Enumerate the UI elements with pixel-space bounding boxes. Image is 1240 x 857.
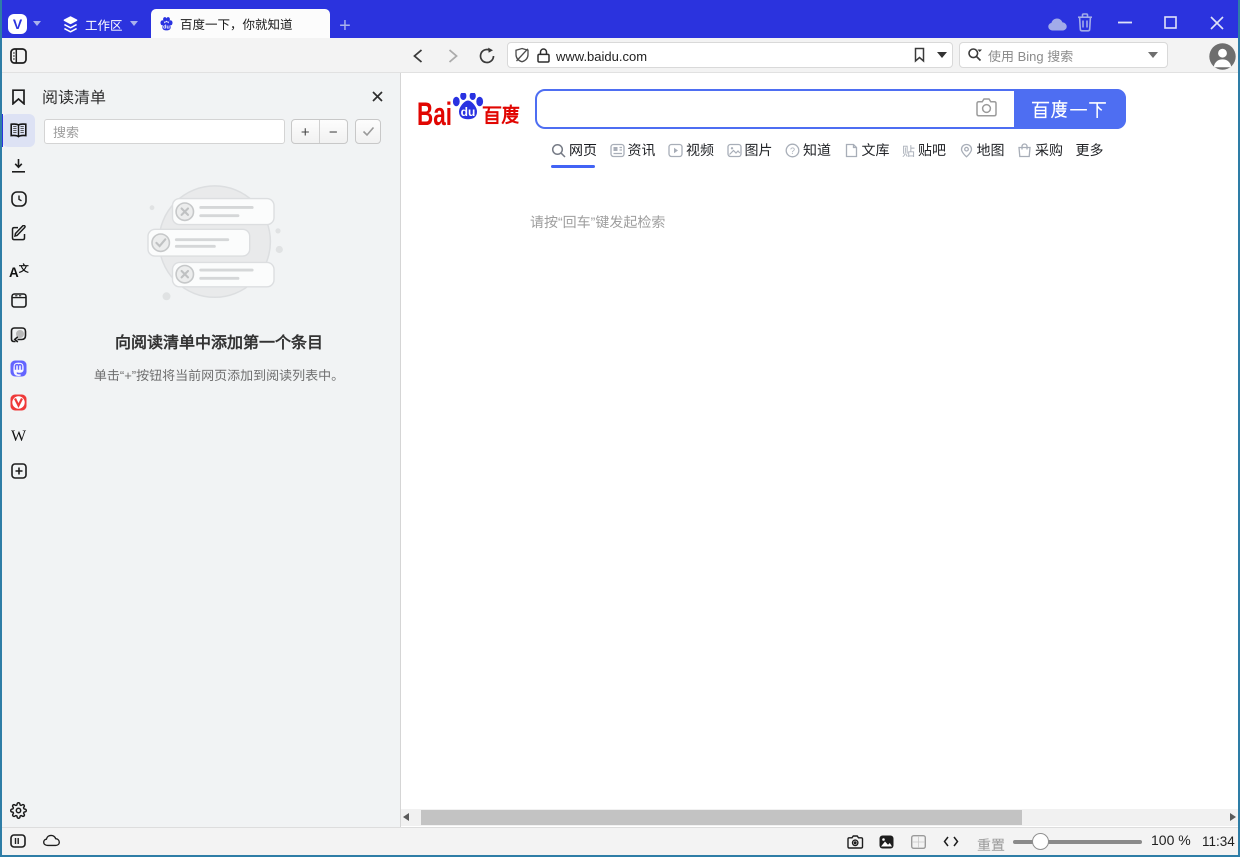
svg-text:du: du <box>461 105 476 119</box>
svg-text:du: du <box>163 24 170 30</box>
svg-text:?: ? <box>790 145 795 155</box>
svg-text:Bai: Bai <box>417 96 452 127</box>
